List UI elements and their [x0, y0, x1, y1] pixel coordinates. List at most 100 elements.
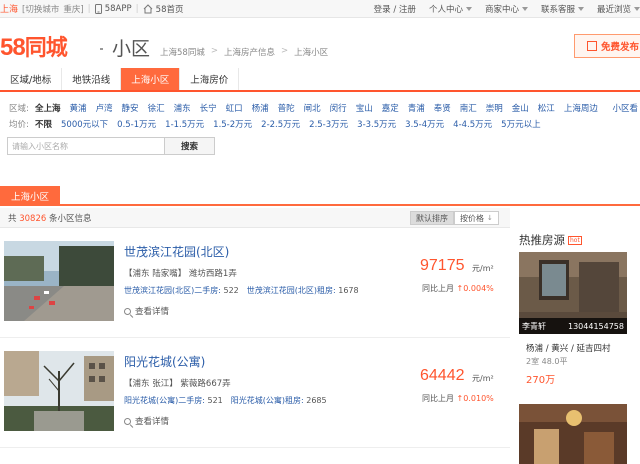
district-option[interactable]: 全上海	[35, 102, 61, 114]
community-links: 阳光花城(公寓)二手房: 521 阳光花城(公寓)租房: 2685	[124, 395, 327, 406]
section-tab[interactable]: 上海小区	[0, 186, 60, 206]
month-over-month: 同比上月 ↑0.010%	[422, 393, 494, 404]
community-name-link[interactable]: 世茂滨江花园(北区)	[124, 243, 229, 260]
district-option[interactable]: 奉贤	[434, 102, 451, 114]
section-header: 上海小区	[0, 186, 640, 206]
price-option[interactable]: 1-1.5万元	[165, 118, 204, 130]
district-option[interactable]: 卢湾	[96, 102, 113, 114]
personal-center-menu[interactable]: 个人中心	[429, 3, 472, 15]
count-prefix: 共	[8, 213, 17, 224]
tab-area[interactable]: 区域/地标	[0, 68, 63, 90]
header: 58同城 小区 上海58同城 > 上海房产信息 > 上海小区 免费发布	[0, 18, 640, 68]
price-filter-label: 均价:	[9, 120, 29, 130]
mom-label: 同比上月	[422, 394, 454, 403]
community-search: 请输入小区名称 搜索	[7, 137, 215, 155]
sort-price-label: 按价格	[460, 213, 484, 223]
district-option[interactable]: 杨浦	[252, 102, 269, 114]
home-icon	[143, 3, 153, 13]
price-option[interactable]: 5万元以上	[501, 118, 540, 130]
breadcrumb-item[interactable]: 上海小区	[294, 46, 328, 58]
district-option[interactable]: 上海周边	[564, 102, 598, 114]
hot-badge: hot	[568, 235, 582, 245]
hot-listing-spec: 2室 48.0平	[526, 357, 568, 366]
login-link[interactable]: 登录 / 注册	[374, 3, 416, 15]
tab-subway[interactable]: 地铁沿线	[62, 68, 122, 90]
price-unit: 元/m²	[472, 374, 494, 383]
hot-listing-photo[interactable]	[519, 404, 627, 464]
district-option[interactable]: 宝山	[356, 102, 373, 114]
hot-listing-image	[519, 404, 627, 464]
price-option[interactable]: 0.5-1万元	[117, 118, 156, 130]
mom-label: 同比上月	[422, 284, 454, 293]
tab-label: 区域/地标	[10, 75, 52, 86]
price-option[interactable]: 3-3.5万元	[357, 118, 396, 130]
breadcrumb-item[interactable]: 上海房产信息	[224, 46, 275, 58]
sort-price-button[interactable]: 按价格 ↓	[454, 211, 499, 225]
district-option[interactable]: 嘉定	[382, 102, 399, 114]
price-option[interactable]: 5000元以下	[61, 118, 108, 130]
sort-default-button[interactable]: 默认排序	[410, 211, 454, 225]
community-photo[interactable]	[4, 351, 114, 431]
customer-service-menu[interactable]: 联系客服	[541, 3, 584, 15]
district-filter-label: 区域:	[9, 104, 29, 114]
tab-house-prices[interactable]: 上海房价	[180, 68, 240, 90]
breadcrumb-item[interactable]: 上海58同城	[160, 46, 205, 58]
community-photo[interactable]	[4, 241, 114, 321]
price-option[interactable]: 3.5-4万元	[405, 118, 444, 130]
secondhand-link[interactable]: 阳光花城(公寓)二手房:	[124, 396, 205, 405]
district-option[interactable]: 闵行	[330, 102, 347, 114]
district-option[interactable]: 普陀	[278, 102, 295, 114]
district-option[interactable]: 松江	[538, 102, 555, 114]
rent-count: 2685	[306, 396, 327, 405]
customer-service-label: 联系客服	[540, 5, 575, 15]
secondhand-count: 521	[207, 396, 223, 405]
district-option[interactable]: 金山	[512, 102, 529, 114]
view-details-link[interactable]: 查看详情	[124, 305, 169, 317]
search-button[interactable]: 搜索	[165, 137, 215, 155]
app-link[interactable]: 58APP	[94, 3, 132, 14]
count-number: 30826	[19, 213, 47, 224]
price-option[interactable]: 2.5-3万元	[309, 118, 348, 130]
district-option[interactable]: 黄浦	[70, 102, 87, 114]
arrow-down-icon: ↓	[487, 214, 493, 222]
tab-communities[interactable]: 上海小区	[121, 68, 181, 90]
price-option[interactable]: 1.5-2万元	[213, 118, 252, 130]
site-logo[interactable]: 58同城	[0, 30, 68, 62]
district-option[interactable]: 南汇	[460, 102, 477, 114]
breadcrumb-separator: >	[210, 46, 218, 56]
count-suffix: 条小区信息	[48, 213, 92, 224]
home-label: 58首页	[155, 4, 184, 15]
price-option[interactable]: 2-2.5万元	[261, 118, 300, 130]
district-option[interactable]: 闸北	[304, 102, 321, 114]
price-option[interactable]: 4-4.5万元	[453, 118, 492, 130]
price-option[interactable]: 不限	[35, 118, 52, 130]
switch-city-link[interactable]: [切换城市	[22, 3, 59, 15]
search-input[interactable]: 请输入小区名称	[7, 137, 165, 155]
home-link[interactable]: 58首页	[143, 3, 184, 15]
district-filter-row: 区域: 全上海 黄浦 卢湾 静安 徐汇 浦东 长宁 虹口 杨浦 普陀 闸北 闵行…	[0, 100, 640, 116]
free-post-button[interactable]: 免费发布	[574, 34, 640, 58]
community-name-link[interactable]: 阳光花城(公寓)	[124, 353, 205, 370]
recent-browse-menu[interactable]: 最近浏览	[597, 3, 640, 15]
district-option[interactable]: 崇明	[486, 102, 503, 114]
district-option[interactable]: 青浦	[408, 102, 425, 114]
rent-link[interactable]: 阳光花城(公寓)租房:	[231, 396, 304, 405]
top-bar: 上海 [切换城市 重庆] | 58APP | 58首页 登录 / 注册 个人中心…	[0, 0, 640, 18]
community-map-link[interactable]: 小区看	[612, 102, 638, 114]
district-option[interactable]: 徐汇	[148, 102, 165, 114]
free-post-label: 免费发布	[601, 42, 640, 53]
month-over-month: 同比上月 ↑0.004%	[422, 283, 494, 294]
logo-text: 同城	[24, 35, 68, 60]
hot-listing-location[interactable]: 杨浦 / 黄兴 / 延吉四村	[526, 342, 611, 354]
merchant-center-menu[interactable]: 商家中心	[485, 3, 528, 15]
district-option[interactable]: 静安	[122, 102, 139, 114]
merchant-center-label: 商家中心	[484, 5, 519, 15]
page-title: 小区	[112, 38, 151, 60]
breadcrumb: 上海58同城 > 上海房产信息 > 上海小区	[160, 46, 328, 58]
district-option[interactable]: 长宁	[200, 102, 217, 114]
secondhand-link[interactable]: 世茂滨江花园(北区)二手房:	[124, 286, 221, 295]
rent-link[interactable]: 世茂滨江花园(北区)租房:	[247, 286, 336, 295]
district-option[interactable]: 浦东	[174, 102, 191, 114]
district-option[interactable]: 虹口	[226, 102, 243, 114]
view-details-link[interactable]: 查看详情	[124, 415, 169, 427]
